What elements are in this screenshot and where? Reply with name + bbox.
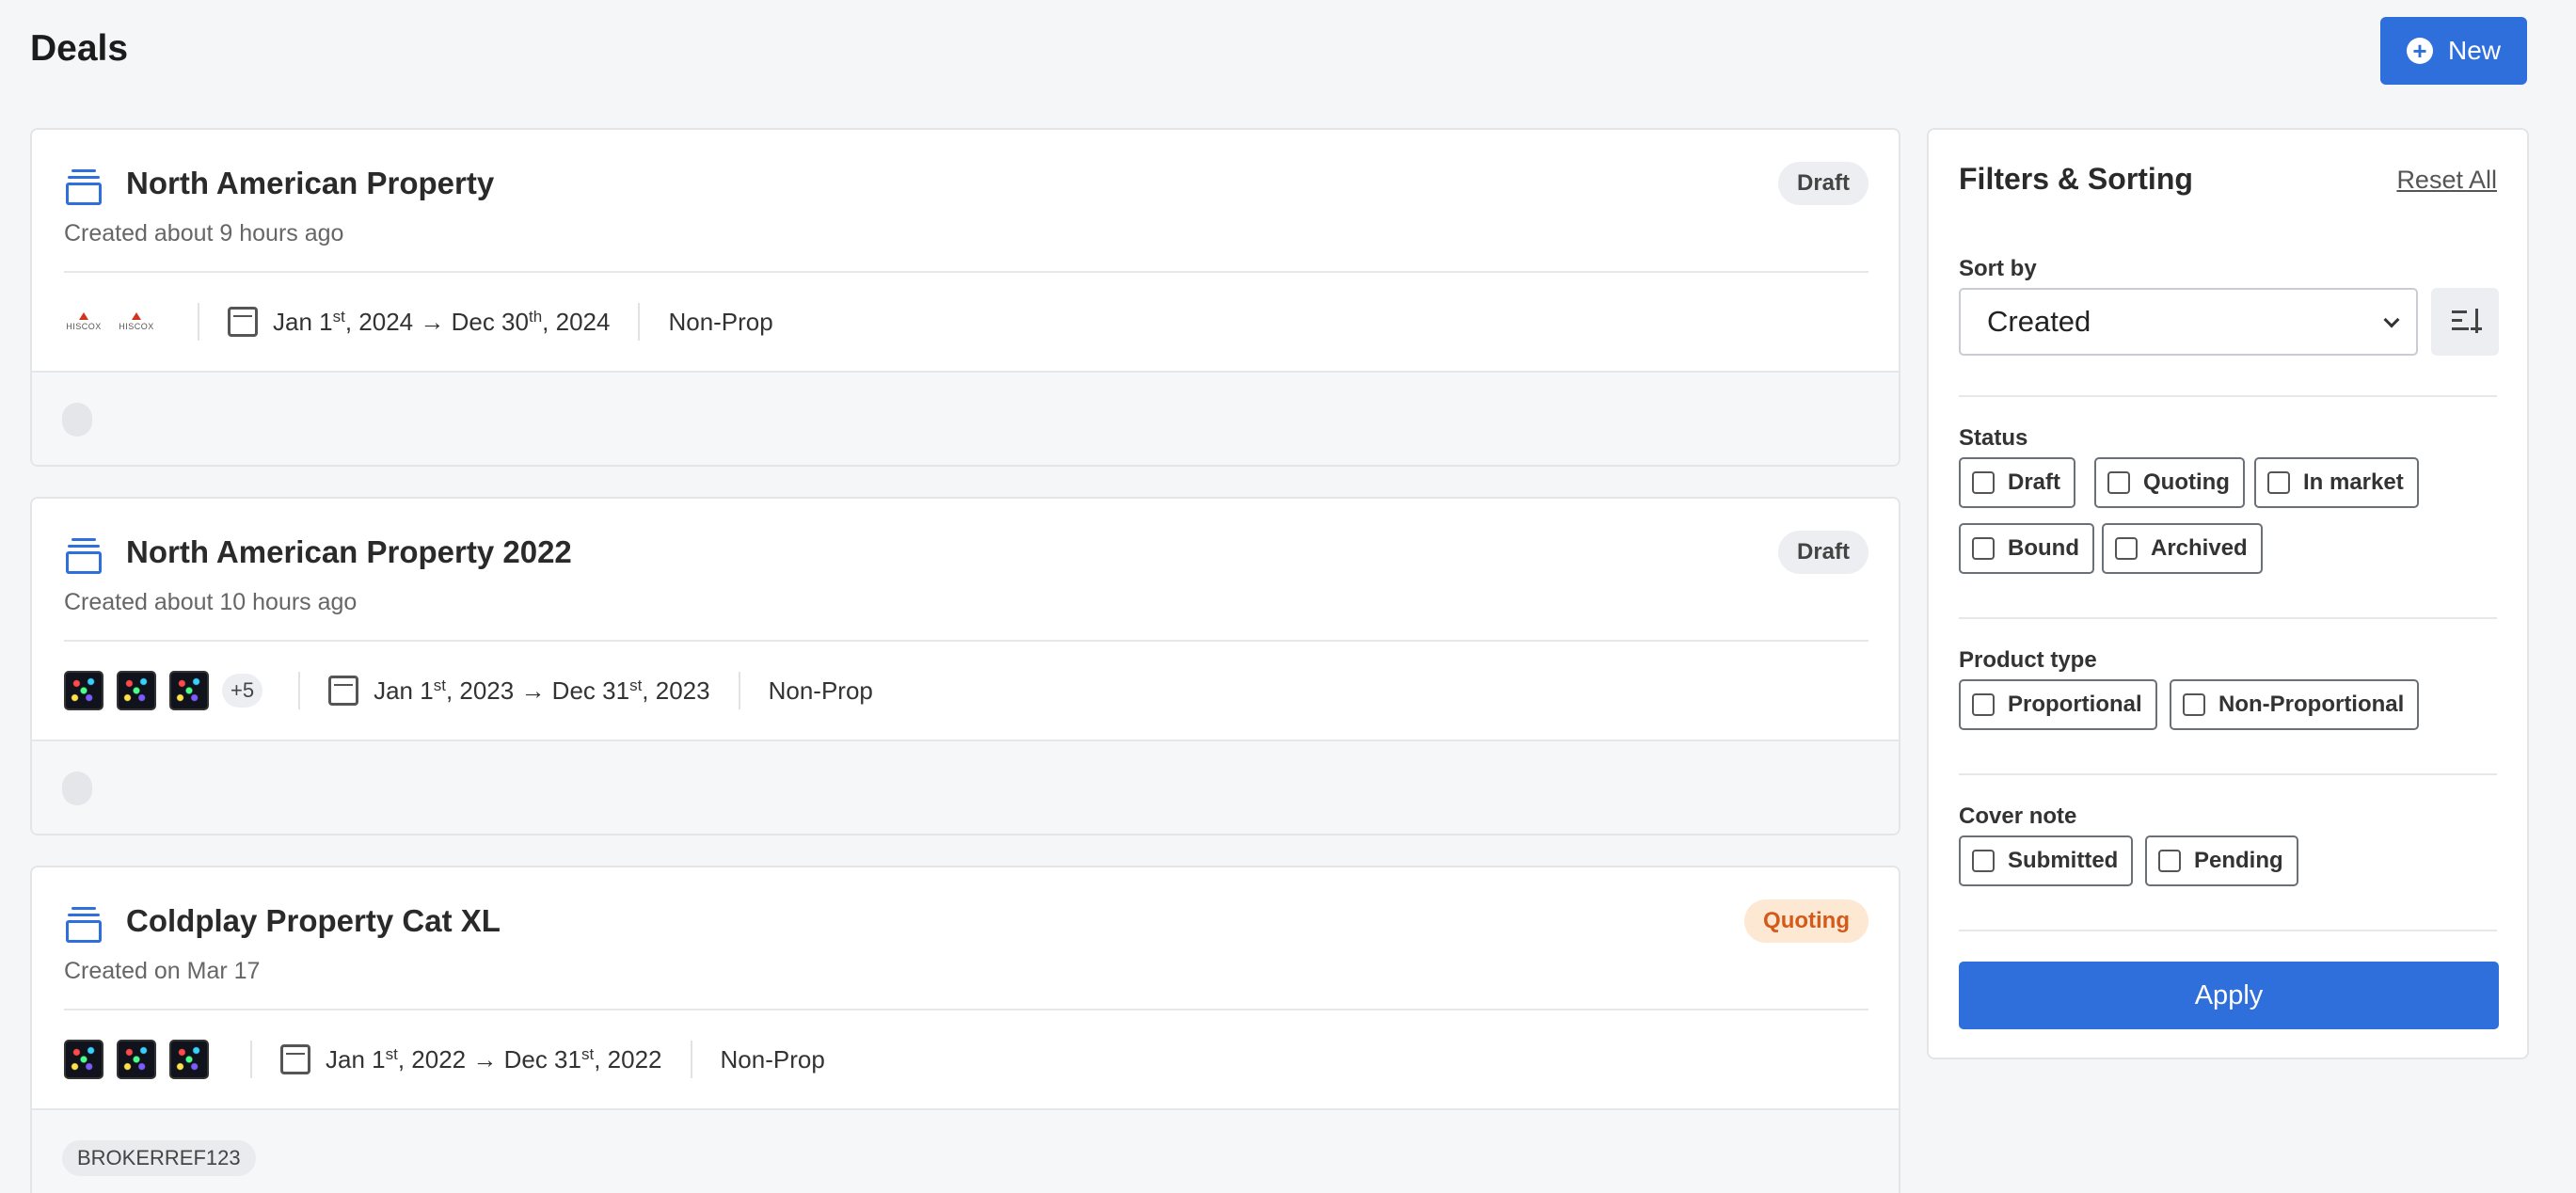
checkbox-icon [1972, 693, 1995, 716]
calendar-icon [280, 1044, 310, 1074]
deal-title[interactable]: Coldplay Property Cat XL [126, 903, 501, 939]
filters-title: Filters & Sorting [1959, 162, 2193, 196]
deal-created-text: Created about 9 hours ago [64, 220, 344, 247]
insurer-logo: HISCOX [117, 302, 156, 342]
deal-card[interactable]: Coldplay Property Cat XL Created on Mar … [30, 866, 1900, 1193]
status-filter-archived[interactable]: Archived [2102, 523, 2263, 574]
checkbox-icon [1972, 471, 1995, 494]
divider [64, 640, 1868, 642]
product-filter-proportional[interactable]: Proportional [1959, 679, 2157, 730]
divider [1959, 773, 2497, 775]
chevron-down-icon [2383, 311, 2400, 328]
reset-all-link[interactable]: Reset All [2396, 166, 2497, 195]
cover-filter-pending[interactable]: Pending [2145, 835, 2298, 886]
apply-button[interactable]: Apply [1959, 962, 2499, 1029]
broker-reference-tag: BROKERREF123 [62, 1140, 256, 1176]
participant-image [117, 1040, 156, 1079]
sort-direction-button[interactable] [2431, 288, 2499, 356]
deal-card[interactable]: North American Property 2022 Created abo… [30, 497, 1900, 835]
product-type-label: Product type [1959, 647, 2097, 673]
separator [738, 672, 740, 709]
divider [1959, 930, 2497, 931]
separator [198, 303, 199, 341]
page-title: Deals [30, 28, 129, 69]
status-filter-bound[interactable]: Bound [1959, 523, 2094, 574]
calendar-icon [228, 307, 258, 337]
cover-filter-submitted[interactable]: Submitted [1959, 835, 2134, 886]
product-filter-non-proportional[interactable]: Non-Proportional [2170, 679, 2420, 730]
sort-by-select[interactable]: Created [1959, 288, 2418, 356]
new-deal-button[interactable]: + New [2380, 17, 2527, 85]
deal-card[interactable]: North American Property Created about 9 … [30, 128, 1900, 467]
placeholder-pill [62, 771, 92, 805]
product-type-text: Non-Prop [768, 676, 873, 705]
deal-card-footer [32, 740, 1899, 834]
participant-image [169, 1040, 209, 1079]
participant-image [169, 671, 209, 710]
status-badge: Draft [1777, 531, 1868, 574]
calendar-icon [328, 676, 359, 706]
checkbox-icon [1972, 850, 1995, 872]
participant-image [64, 1040, 103, 1079]
filters-panel: Filters & Sorting Reset All Sort by Crea… [1927, 128, 2529, 1059]
plus-circle-icon: + [2406, 38, 2433, 64]
deal-created-text: Created on Mar 17 [64, 958, 261, 984]
deal-card-footer [32, 371, 1899, 465]
deal-title[interactable]: North American Property 2022 [126, 534, 572, 570]
separator [690, 1041, 692, 1078]
sort-by-value: Created [1987, 305, 2091, 338]
separator [638, 303, 641, 341]
participant-image [64, 671, 103, 710]
checkbox-icon [1972, 537, 1995, 560]
product-type-text: Non-Prop [720, 1044, 825, 1074]
status-filter-quoting[interactable]: Quoting [2094, 457, 2245, 508]
checkbox-icon [2115, 537, 2138, 560]
deal-date-range: Jan 1st, 2023 → Dec 31st, 2023 [374, 676, 710, 705]
deal-stack-icon [66, 538, 102, 574]
deal-date-range: Jan 1st, 2022 → Dec 31st, 2022 [326, 1044, 662, 1074]
top-bar: Deals + New [0, 0, 2576, 102]
deal-stack-icon [66, 169, 102, 205]
deal-card-footer: BROKERREF123 [32, 1108, 1899, 1193]
divider [64, 271, 1868, 273]
deal-created-text: Created about 10 hours ago [64, 589, 358, 615]
separator [298, 672, 301, 709]
status-badge: Draft [1777, 162, 1868, 205]
separator [250, 1041, 252, 1078]
checkbox-icon [2183, 693, 2205, 716]
insurer-logo: HISCOX [64, 302, 103, 342]
divider [1959, 395, 2497, 397]
participant-image [117, 671, 156, 710]
status-filter-draft[interactable]: Draft [1959, 457, 2076, 508]
checkbox-icon [2158, 850, 2181, 872]
product-type-text: Non-Prop [668, 307, 773, 336]
deal-stack-icon [66, 907, 102, 943]
divider [1959, 617, 2497, 619]
status-filter-in-market[interactable]: In market [2254, 457, 2419, 508]
deal-meta-row: +5 Jan 1st, 2023 → Dec 31st, 2023 Non-Pr… [64, 664, 873, 717]
divider [64, 1009, 1868, 1010]
more-participants-badge[interactable]: +5 [222, 674, 263, 708]
status-label: Status [1959, 425, 2028, 451]
deal-title[interactable]: North American Property [126, 166, 494, 201]
status-badge: Quoting [1744, 899, 1868, 943]
placeholder-pill [62, 403, 92, 437]
new-button-label: New [2447, 36, 2501, 65]
deal-meta-row: Jan 1st, 2022 → Dec 31st, 2022 Non-Prop [64, 1033, 825, 1086]
checkbox-icon [2107, 471, 2130, 494]
sort-by-label: Sort by [1959, 256, 2037, 281]
checkbox-icon [2267, 471, 2290, 494]
deal-meta-row: HISCOX HISCOX Jan 1st, 2024 → Dec 30th, … [64, 295, 773, 348]
cover-note-label: Cover note [1959, 803, 2077, 829]
deal-date-range: Jan 1st, 2024 → Dec 30th, 2024 [273, 307, 611, 336]
